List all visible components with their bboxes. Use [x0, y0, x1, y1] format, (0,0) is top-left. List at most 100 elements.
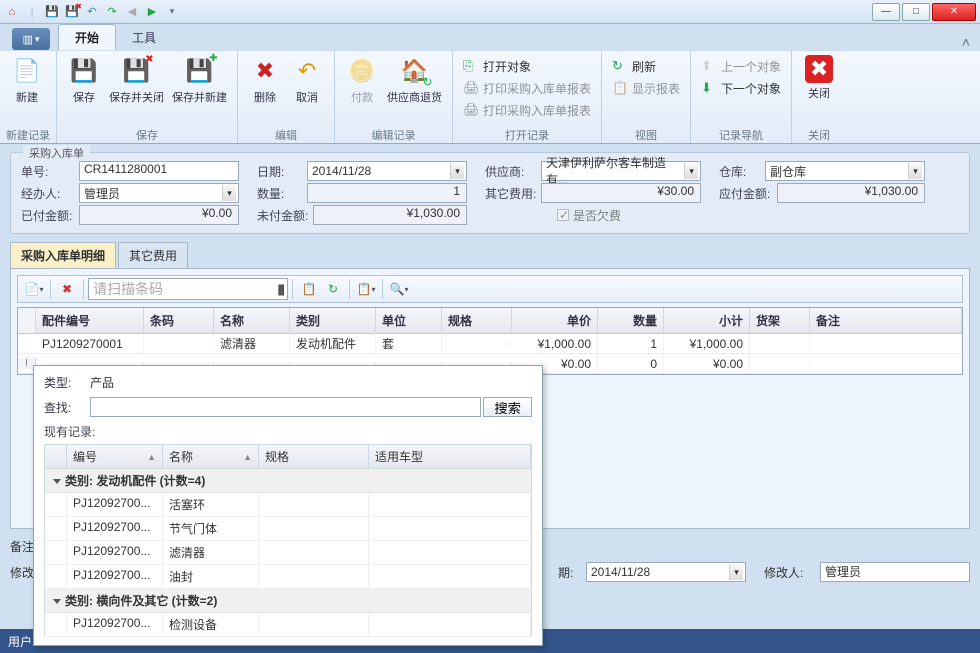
col-shelf[interactable]: 货架 — [750, 308, 810, 333]
save-close-icon: 💾✖ — [121, 55, 153, 87]
date2-label: 期: — [558, 564, 586, 581]
search-grid-button[interactable]: 🔍▾ — [388, 278, 410, 300]
col-price[interactable]: 单价 — [512, 308, 598, 333]
undo-icon[interactable]: ↶ — [84, 4, 100, 20]
search-input[interactable] — [90, 397, 481, 417]
col-name[interactable]: 名称 — [214, 308, 290, 333]
open-object-button[interactable]: ⎘打开对象 — [459, 55, 595, 77]
save-close-button[interactable]: 💾✖保存并关闭 — [105, 53, 168, 107]
chevron-down-icon: ▾ — [908, 163, 922, 179]
modify-date-input[interactable]: 2014/11/28▾ — [586, 562, 746, 582]
delete-row-button[interactable]: ✖ — [56, 278, 78, 300]
date-label: 日期: — [257, 163, 307, 180]
group-label: 关闭 — [798, 127, 840, 143]
pop-col-model[interactable]: 适用车型 — [369, 445, 531, 468]
save-new-button[interactable]: 💾✚保存并新建 — [168, 53, 231, 107]
col-qty[interactable]: 数量 — [598, 308, 664, 333]
orderno-input[interactable]: CR1411280001 — [79, 161, 239, 181]
paste-button[interactable]: 📋▾ — [355, 278, 377, 300]
col-unit[interactable]: 单位 — [376, 308, 442, 333]
save-close-icon[interactable]: 💾✖ — [64, 4, 80, 20]
group-edit-record: 🪙付款 🏠↻供应商退货 编辑记录 — [335, 51, 453, 143]
tab-start[interactable]: 开始 — [58, 24, 116, 50]
tab-other-fees[interactable]: 其它费用 — [118, 242, 188, 268]
next-object-button[interactable]: ⬇下一个对象 — [697, 77, 785, 99]
new-row-button[interactable]: 📄▾ — [23, 278, 45, 300]
up-arrow-icon: ⬆ — [701, 58, 717, 74]
warehouse-select[interactable]: 副仓库▾ — [765, 161, 925, 181]
report-icon: 📋 — [612, 80, 628, 96]
refresh-button[interactable]: ↻刷新 — [608, 55, 684, 77]
ribbon-collapse-icon[interactable]: ˄ — [962, 34, 970, 50]
handler-select[interactable]: 管理员▾ — [79, 183, 239, 203]
pop-col-name[interactable]: 名称▲ — [163, 445, 259, 468]
close-button[interactable]: ✖关闭 — [798, 53, 840, 103]
col-barcode[interactable]: 条码 — [144, 308, 214, 333]
quick-prev-icon[interactable]: ◀ — [124, 4, 140, 20]
col-remark[interactable]: 备注 — [810, 308, 962, 333]
new-button[interactable]: 📄 新建 — [6, 53, 48, 107]
table-row[interactable]: PJ1209270001 滤清器 发动机配件 套 ¥1,000.00 1 ¥1,… — [18, 334, 962, 354]
col-category[interactable]: 类别 — [290, 308, 376, 333]
barcode-icon: ||||| — [277, 282, 283, 296]
close-window-button[interactable]: ✕ — [932, 3, 976, 21]
pop-col-spec[interactable]: 规格 — [259, 445, 369, 468]
group-save: 💾保存 💾✖保存并关闭 💾✚保存并新建 保存 — [57, 51, 238, 143]
quick-sep: | — [24, 4, 40, 20]
supplier-select[interactable]: 天津伊利萨尔客车制造有...▾ — [541, 161, 701, 181]
copy-button[interactable]: 📋 — [298, 278, 320, 300]
group-close: ✖关闭 关闭 — [792, 51, 846, 143]
modifier-input[interactable]: 管理员 — [820, 562, 970, 582]
save-icon: 💾 — [68, 55, 100, 87]
tab-detail-items[interactable]: 采购入库单明细 — [10, 242, 116, 268]
home-icon[interactable]: ⌂ — [4, 4, 20, 20]
col-subtotal[interactable]: 小计 — [664, 308, 750, 333]
print-form-button: 🖨打印采购入库单报表 — [459, 77, 595, 99]
search-button[interactable]: 搜索 — [483, 397, 532, 417]
popup-row[interactable]: PJ12092700...滤清器 — [44, 541, 532, 565]
chevron-down-icon: ▾ — [729, 564, 743, 580]
date-input[interactable]: 2014/11/28▾ — [307, 161, 467, 181]
app-menu-button[interactable]: ▥▾ — [12, 28, 50, 50]
quick-dd-icon[interactable]: ▾ — [164, 4, 180, 20]
group-edit: ✖删除 ↶取消 编辑 — [238, 51, 335, 143]
col-spec[interactable]: 规格 — [442, 308, 512, 333]
save-new-icon: 💾✚ — [184, 55, 216, 87]
redo-icon[interactable]: ↷ — [104, 4, 120, 20]
refresh-grid-button[interactable]: ↻ — [322, 278, 344, 300]
maximize-button[interactable]: □ — [902, 3, 930, 21]
popup-group-header[interactable]: 类别: 横向件及其它 (计数=2) — [44, 589, 532, 613]
tab-tools[interactable]: 工具 — [116, 25, 172, 50]
print-form2-button: 🖨打印采购入库单报表 — [459, 99, 595, 121]
orderno-label: 单号: — [21, 163, 79, 180]
popup-row[interactable]: PJ12092700...活塞环 — [44, 493, 532, 517]
pop-col-code[interactable]: 编号▲ — [67, 445, 163, 468]
window-controls: — □ ✕ — [870, 3, 976, 21]
handler-label: 经办人: — [21, 185, 79, 202]
quick-next-icon[interactable]: ▶ — [144, 4, 160, 20]
popup-row[interactable]: PJ12092700...检测设备 — [44, 613, 532, 637]
popup-row[interactable]: PJ12092700...油封 — [44, 565, 532, 589]
detail-panel: 📄▾ ✖ 请扫描条码 ||||| 📋 ↻ 📋▾ 🔍▾ 配件编号 条码 名称 类别… — [10, 269, 970, 529]
checkbox-icon: ✓ — [557, 209, 569, 221]
save-button[interactable]: 💾保存 — [63, 53, 105, 107]
prev-object-button: ⬆上一个对象 — [697, 55, 785, 77]
cancel-button[interactable]: ↶取消 — [286, 53, 328, 107]
save-icon[interactable]: 💾 — [44, 4, 60, 20]
detail-tabs: 采购入库单明细 其它费用 — [10, 242, 970, 269]
group-view: ↻刷新 📋显示报表 视图 — [602, 51, 691, 143]
is-owed-checkbox: ✓ 是否欠费 — [557, 207, 621, 224]
popup-group-header[interactable]: 类别: 发动机配件 (计数=4) — [44, 469, 532, 493]
status-user: 用户 — [8, 633, 32, 650]
minimize-button[interactable]: — — [872, 3, 900, 21]
supplier-return-button[interactable]: 🏠↻供应商退货 — [383, 53, 446, 107]
col-code[interactable]: 配件编号 — [36, 308, 144, 333]
chevron-down-icon: ▾ — [684, 163, 698, 179]
delete-icon: ✖ — [249, 55, 281, 87]
delete-button[interactable]: ✖删除 — [244, 53, 286, 107]
existing-label: 现有记录: — [44, 423, 532, 440]
barcode-input[interactable]: 请扫描条码 ||||| — [88, 278, 288, 300]
payable-input: ¥1,030.00 — [777, 183, 925, 203]
type-label: 类型: — [44, 374, 90, 391]
popup-row[interactable]: PJ12092700...节气门体 — [44, 517, 532, 541]
